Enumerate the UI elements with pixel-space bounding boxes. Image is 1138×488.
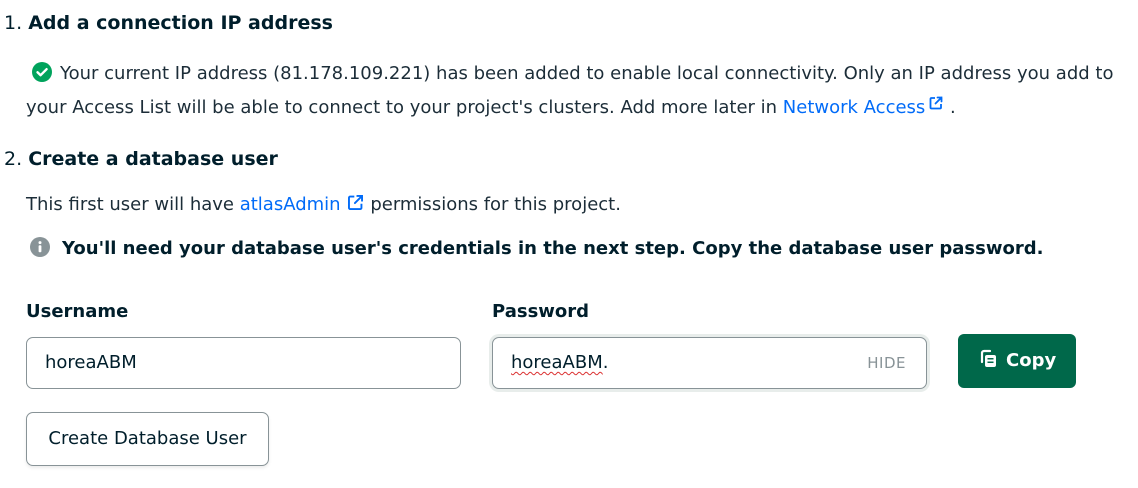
network-access-link[interactable]: Network Access <box>783 95 945 118</box>
step-number: 2. <box>4 148 23 170</box>
hide-password-toggle[interactable]: HIDE <box>867 338 906 388</box>
password-input[interactable]: horeaABM. HIDE <box>492 337 927 389</box>
password-value[interactable]: horeaABM. <box>511 338 608 388</box>
step-2-heading: 2. Create a database user <box>4 146 278 172</box>
username-label: Username <box>26 301 129 322</box>
permission-prefix: This first user will have <box>26 194 240 215</box>
permission-suffix: permissions for this project. <box>364 194 621 215</box>
copy-password-button[interactable]: Copy <box>958 334 1076 388</box>
credential-warning-text: You'll need your database user's credent… <box>62 238 1044 259</box>
step-1-heading: 1. Add a connection IP address <box>4 10 333 36</box>
password-label: Password <box>492 301 590 322</box>
atlas-admin-link-label[interactable]: atlasAdmin <box>240 194 341 215</box>
create-database-user-button[interactable]: Create Database User <box>26 412 269 466</box>
step-title: Create a database user <box>28 148 278 170</box>
password-value-tail[interactable]: . <box>603 352 609 373</box>
network-access-link-label[interactable]: Network Access <box>783 97 926 118</box>
ip-address-notice: Your current IP address (81.178.109.221)… <box>26 57 1126 125</box>
password-value-misspelled[interactable]: horeaABM <box>511 352 603 373</box>
username-input[interactable]: horeaABM <box>26 337 461 389</box>
copy-button-label[interactable]: Copy <box>1006 350 1056 371</box>
external-link-icon[interactable] <box>928 95 944 111</box>
check-circle-icon <box>32 62 52 82</box>
ip-notice-end: . <box>944 97 956 118</box>
info-icon <box>30 237 50 257</box>
external-link-icon[interactable] <box>346 193 365 212</box>
credential-warning: You'll need your database user's credent… <box>30 235 1043 263</box>
step-title: Add a connection IP address <box>28 12 333 34</box>
permission-text: This first user will have atlasAdmin per… <box>26 190 621 220</box>
atlas-admin-link[interactable]: atlasAdmin <box>240 194 365 215</box>
step-number: 1. <box>4 12 23 34</box>
copy-icon[interactable] <box>978 349 998 369</box>
